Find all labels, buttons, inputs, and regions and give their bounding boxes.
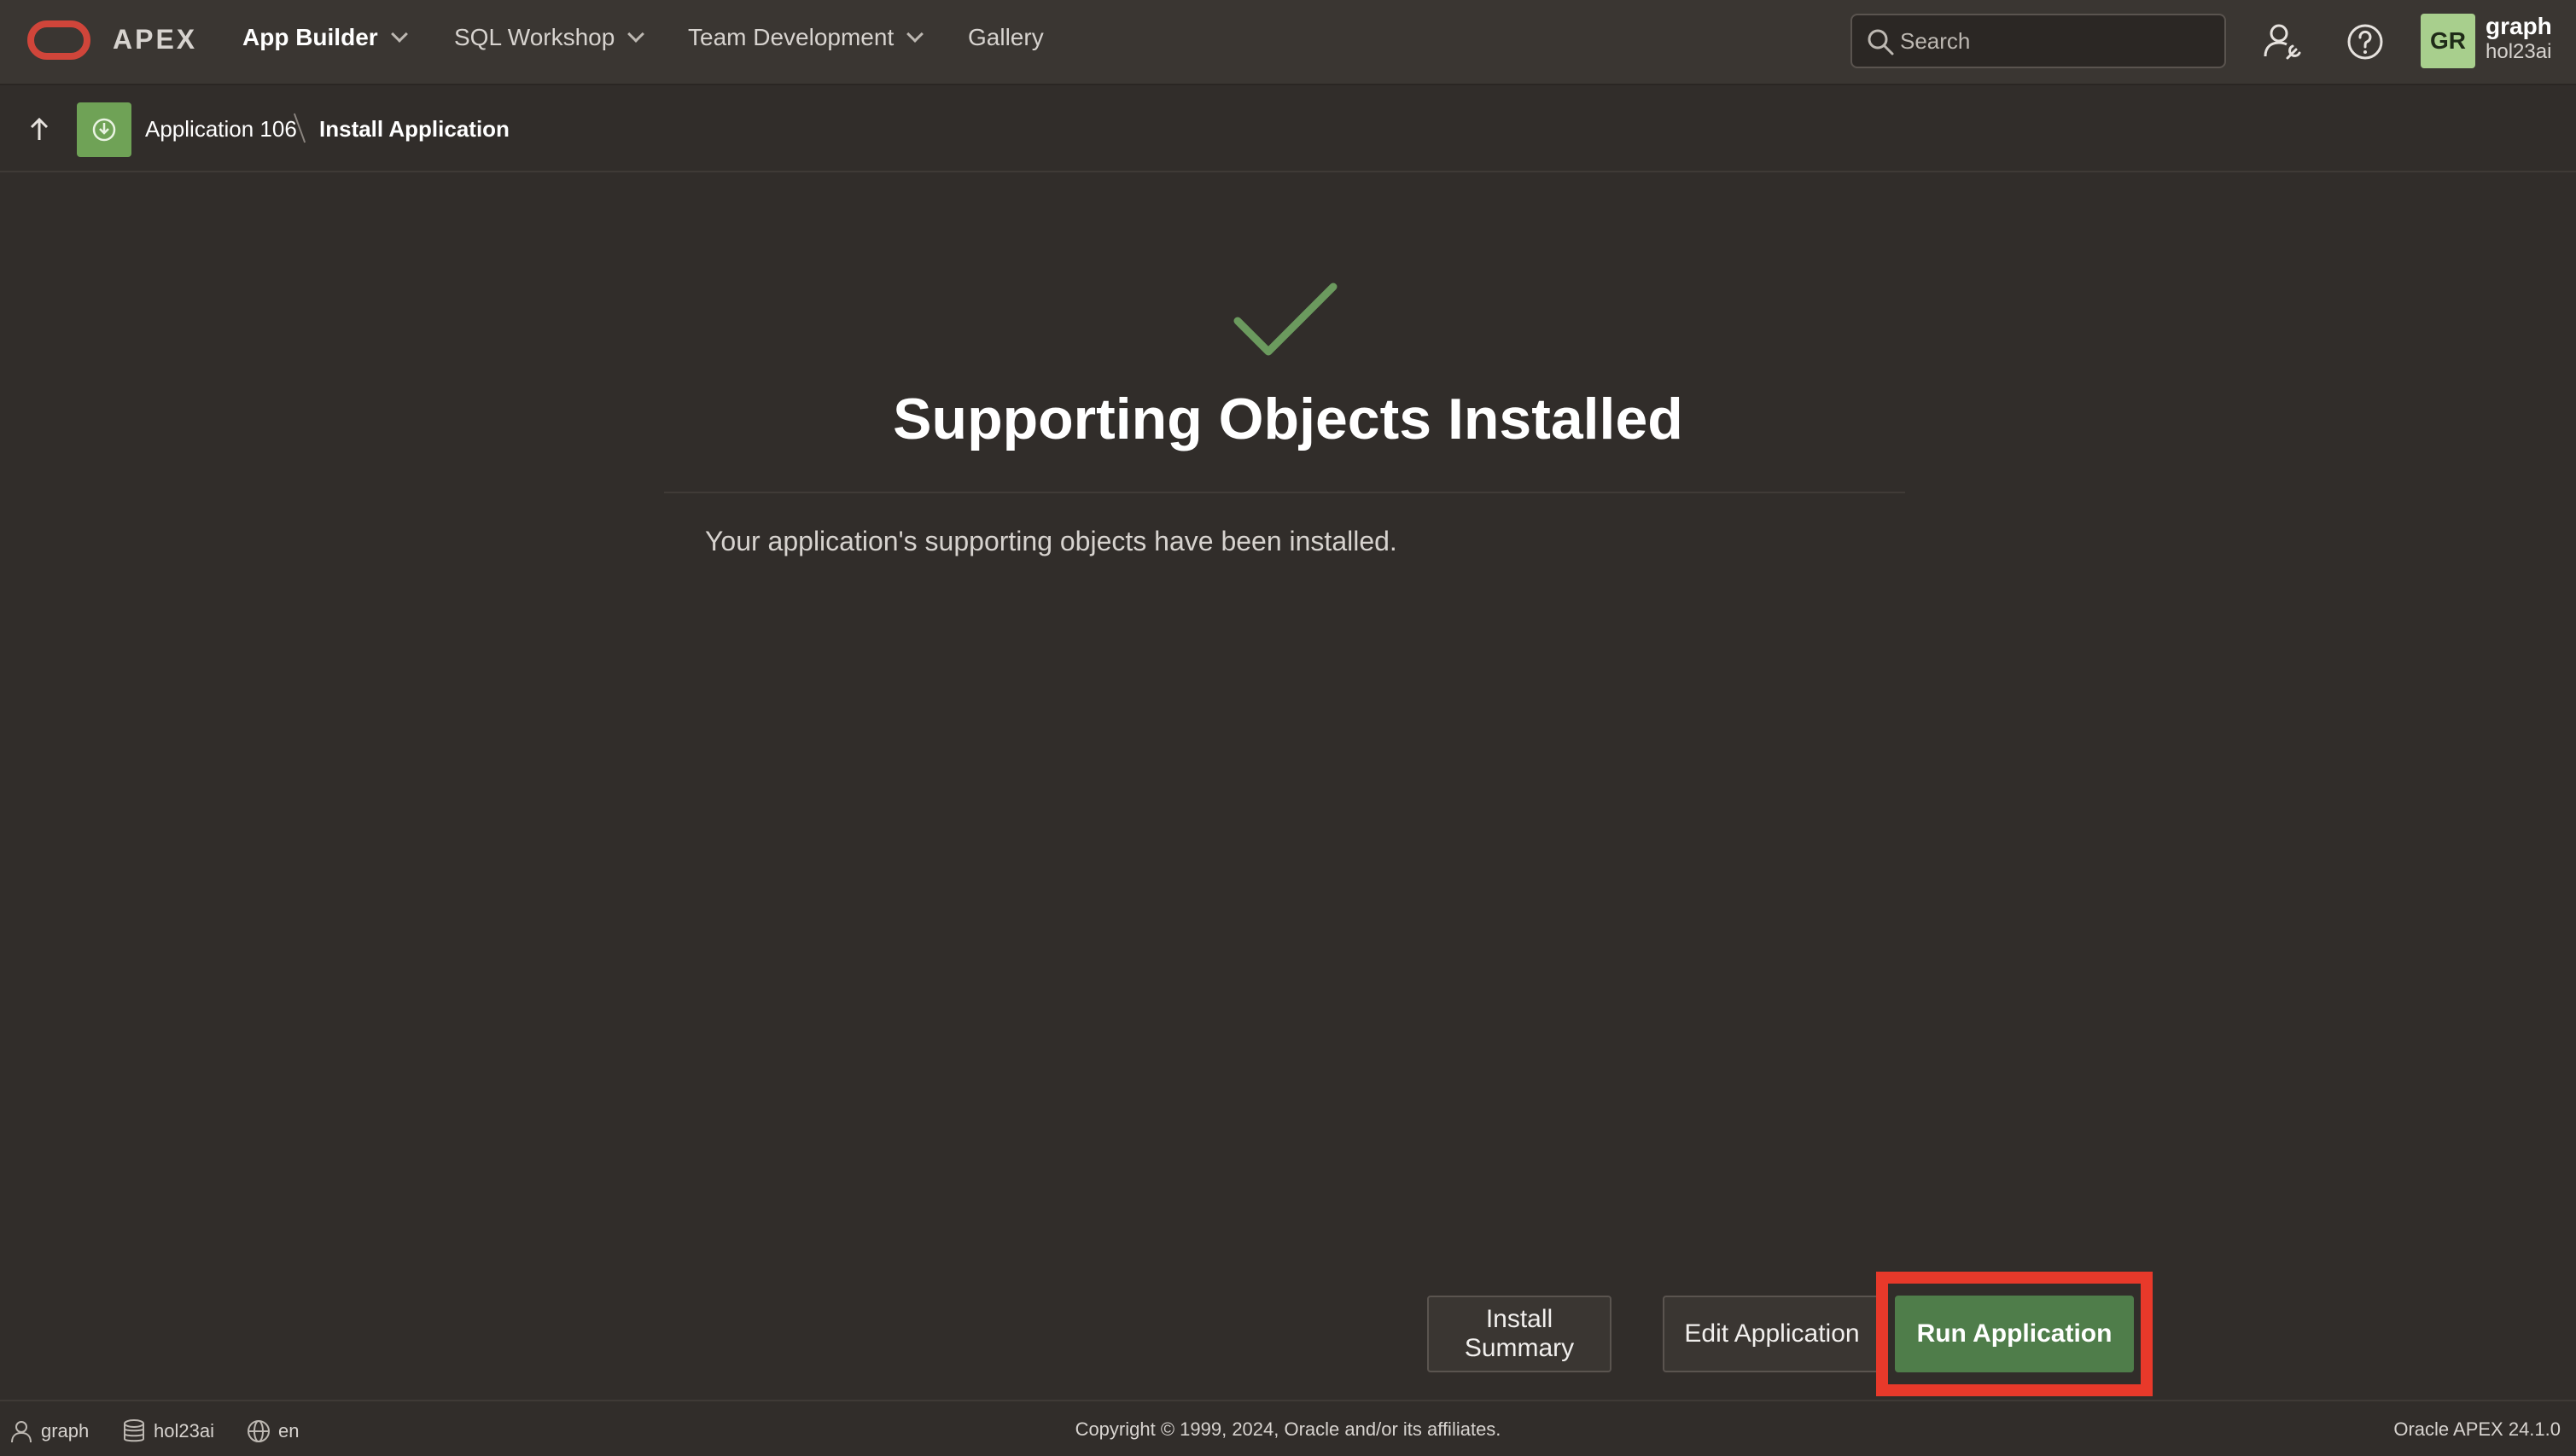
install-icon <box>92 118 116 142</box>
breadcrumb-current-page: Install Application <box>319 116 510 142</box>
nav-sql-workshop[interactable]: SQL Workshop <box>454 24 645 51</box>
success-message: Your application's supporting objects ha… <box>705 526 1397 556</box>
run-application-button[interactable]: Run Application <box>1895 1296 2134 1372</box>
avatar[interactable]: GR <box>2421 14 2475 68</box>
chevron-down-icon <box>627 26 645 43</box>
workspace-name: hol23ai <box>2486 40 2552 63</box>
version-text: Oracle APEX 24.1.0 <box>2393 1418 2561 1440</box>
search-input[interactable] <box>1900 27 2207 55</box>
footer: graph hol23ai en Copyright © 1999, 2024,… <box>0 1400 2576 1456</box>
application-icon[interactable] <box>77 102 131 157</box>
nav-team-development-label: Team Development <box>688 24 895 50</box>
help-icon[interactable] <box>2344 20 2387 63</box>
nav-sql-workshop-label: SQL Workshop <box>454 24 615 50</box>
nav-app-builder-label: App Builder <box>242 24 378 50</box>
nav-team-development[interactable]: Team Development <box>688 24 924 51</box>
copyright-text: Copyright © 1999, 2024, Oracle and/or it… <box>1075 1418 1501 1440</box>
nav-app-builder[interactable]: App Builder <box>242 24 408 51</box>
page-title: Supporting Objects Installed <box>893 387 1683 451</box>
nav-gallery-label: Gallery <box>968 24 1044 50</box>
breadcrumb-application-link[interactable]: Application 106 <box>145 116 297 143</box>
breadcrumb: Application 106 Install Application <box>0 87 2576 172</box>
chevron-down-icon <box>906 26 924 43</box>
top-navigation-bar: APEX App Builder SQL Workshop Team Devel… <box>0 0 2576 85</box>
oracle-logo-icon[interactable] <box>27 20 90 60</box>
user-name: graph <box>2486 13 2552 39</box>
search-icon <box>1868 29 1894 55</box>
user-menu[interactable]: graph hol23ai <box>2486 14 2552 65</box>
edit-application-button[interactable]: Edit Application <box>1663 1296 1881 1372</box>
administration-icon[interactable] <box>2262 20 2305 63</box>
divider <box>664 492 1905 493</box>
apex-brand[interactable]: APEX <box>113 24 197 55</box>
arrow-up-icon[interactable] <box>26 116 53 143</box>
search-box[interactable] <box>1850 14 2226 68</box>
nav-gallery[interactable]: Gallery <box>968 24 1044 51</box>
chevron-down-icon <box>390 26 408 43</box>
checkmark-icon <box>1233 282 1338 356</box>
install-summary-button[interactable]: Install Summary <box>1427 1296 1611 1372</box>
